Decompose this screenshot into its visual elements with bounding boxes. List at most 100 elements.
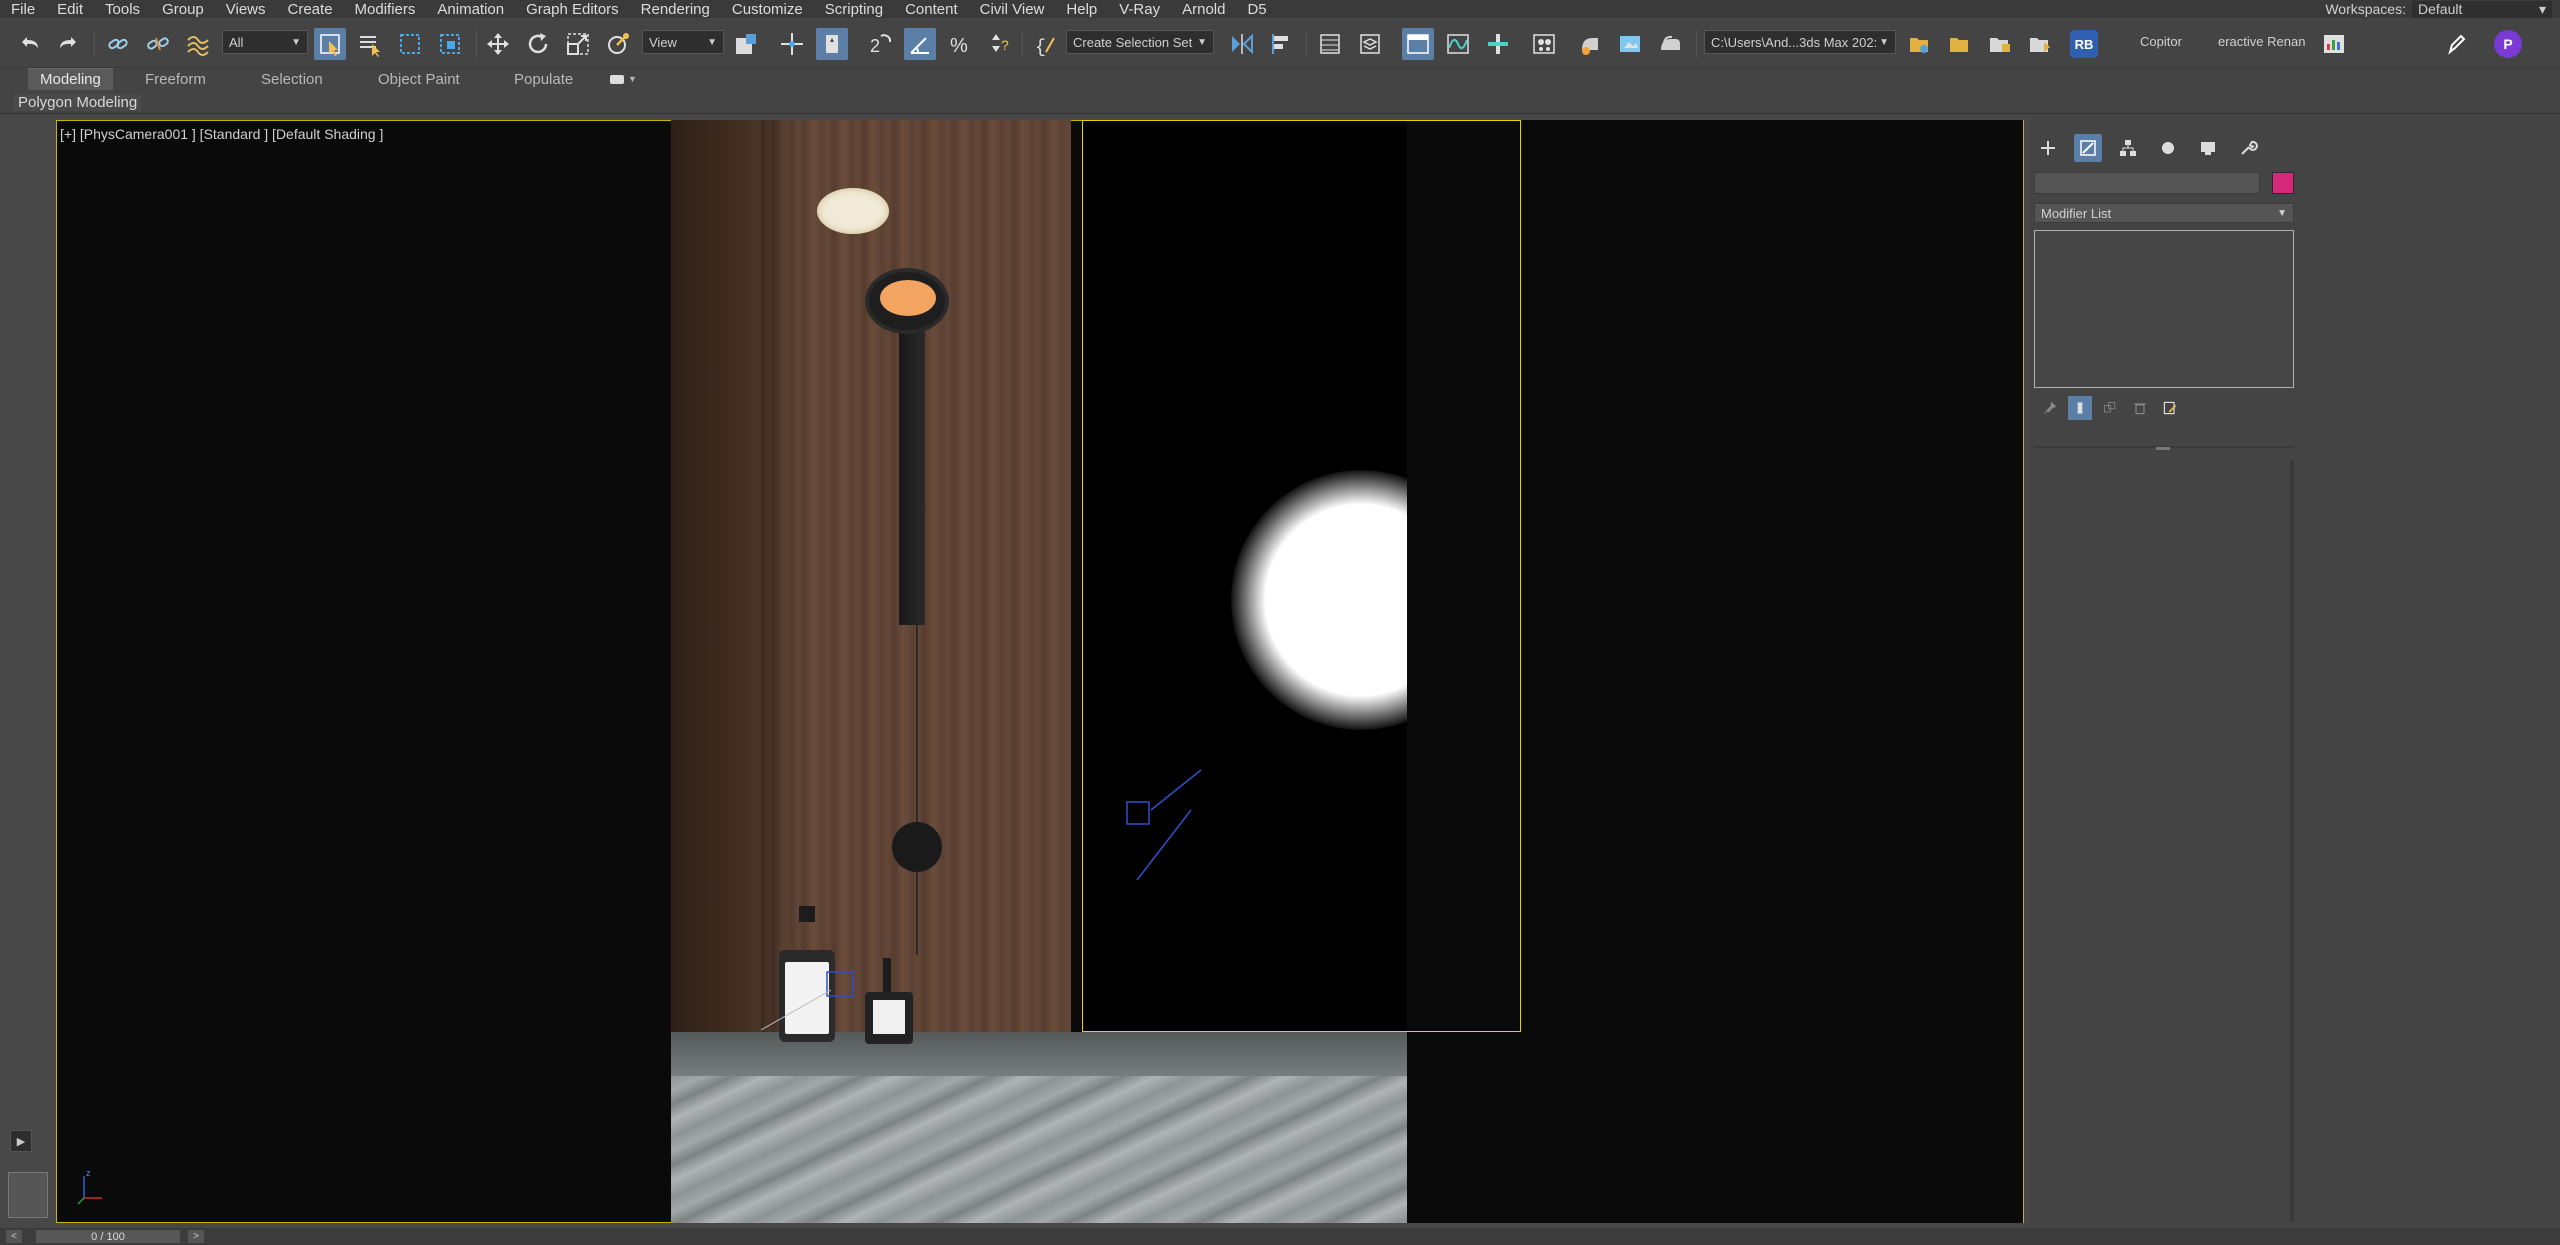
align-button[interactable]: [1266, 28, 1298, 60]
rectangular-region-button[interactable]: [394, 28, 426, 60]
menu-item-group[interactable]: Group: [151, 1, 215, 18]
rendered-frame-window-button[interactable]: [1614, 28, 1646, 60]
modifier-list-dropdown[interactable]: Modifier List ▼: [2034, 203, 2294, 223]
pin-stack-button[interactable]: [2038, 396, 2062, 420]
tab-modify[interactable]: [2074, 134, 2102, 162]
menu-item-scripting[interactable]: Scripting: [814, 1, 894, 18]
tab-object-paint[interactable]: Object Paint: [366, 68, 472, 90]
time-slider-prev-button[interactable]: <: [6, 1230, 22, 1243]
rect-region-icon: [400, 34, 420, 54]
angle-snap-button[interactable]: [904, 28, 936, 60]
object-name-field[interactable]: [2034, 172, 2260, 194]
menu-item-graph-editors[interactable]: Graph Editors: [515, 1, 630, 18]
menu-item-civil-view[interactable]: Civil View: [969, 1, 1056, 18]
tab-hierarchy[interactable]: [2114, 134, 2142, 162]
menu-item-arnold[interactable]: Arnold: [1171, 1, 1236, 18]
folder-sync-button[interactable]: [1984, 28, 2016, 60]
material-editor-button[interactable]: [1528, 28, 1560, 60]
viewport-label[interactable]: [+] [PhysCamera001 ] [Standard ] [Defaul…: [60, 126, 383, 142]
menu-item-create[interactable]: Create: [277, 1, 344, 18]
select-by-name-button[interactable]: [354, 28, 386, 60]
tab-modeling[interactable]: Modeling: [28, 68, 113, 90]
named-selection-dropdown[interactable]: Create Selection Set ▼: [1066, 30, 1214, 54]
percent-snap-button[interactable]: %: [944, 28, 976, 60]
pivot-center-button[interactable]: [730, 28, 762, 60]
configure-modifier-sets-button[interactable]: [2158, 396, 2182, 420]
project-path-dropdown[interactable]: C:\Users\And...3ds Max 202: ▼: [1704, 30, 1896, 54]
viewport-layout-tab[interactable]: [8, 1172, 48, 1218]
menu-item-d5[interactable]: D5: [1236, 1, 1277, 18]
folder-export-button[interactable]: [2024, 28, 2056, 60]
menu-item-v-ray[interactable]: V-Ray: [1108, 1, 1171, 18]
menu-item-content[interactable]: Content: [894, 1, 969, 18]
bind-spacewarp-button[interactable]: [182, 28, 214, 60]
open-folder-button[interactable]: [1944, 28, 1976, 60]
command-panel-scrollbar[interactable]: [2290, 460, 2294, 1222]
object-color-swatch[interactable]: [2272, 172, 2294, 194]
ref-coord-dropdown[interactable]: View ▼: [642, 30, 724, 54]
menu-item-customize[interactable]: Customize: [721, 1, 814, 18]
modifier-stack[interactable]: [2034, 230, 2294, 388]
time-slider-thumb[interactable]: 0 / 100: [36, 1230, 180, 1243]
time-slider-next-button[interactable]: >: [188, 1230, 204, 1243]
edit-named-selection-button[interactable]: {: [1030, 28, 1062, 60]
mirror-button[interactable]: [1226, 28, 1258, 60]
window-crossing-icon: [440, 34, 460, 54]
select-manipulate-button[interactable]: [776, 28, 808, 60]
tab-freeform[interactable]: Freeform: [133, 68, 218, 90]
tab-display[interactable]: [2194, 134, 2222, 162]
make-unique-button[interactable]: [2098, 396, 2122, 420]
copitor-button[interactable]: Copitor: [2140, 34, 2182, 49]
curve-editor-button[interactable]: [1442, 28, 1474, 60]
graph-plugin-button[interactable]: [2318, 28, 2350, 60]
project-folder-button[interactable]: [1904, 28, 1936, 60]
schematic-view-button[interactable]: [1482, 28, 1514, 60]
keyboard-shortcut-override-button[interactable]: [816, 28, 848, 60]
selection-filter-dropdown[interactable]: All ▼: [222, 30, 308, 54]
menu-item-file[interactable]: File: [0, 1, 46, 18]
scene-explorer-button[interactable]: [1314, 28, 1346, 60]
move-button[interactable]: [482, 28, 514, 60]
timeline-expand-button[interactable]: ▶: [10, 1130, 32, 1152]
menu-item-tools[interactable]: Tools: [94, 1, 151, 18]
tab-utilities[interactable]: [2234, 134, 2262, 162]
unlink-button[interactable]: [142, 28, 174, 60]
polygon-modeling-panel[interactable]: Polygon Modeling: [14, 94, 142, 111]
tab-motion[interactable]: [2154, 134, 2182, 162]
menu-item-animation[interactable]: Animation: [426, 1, 515, 18]
toggle-ribbon-button[interactable]: [1402, 28, 1434, 60]
layer-explorer-button[interactable]: [1354, 28, 1386, 60]
time-slider: < 0 / 100 >: [0, 1228, 2560, 1245]
spinner-snap-button[interactable]: ?: [984, 28, 1016, 60]
redo-button[interactable]: [52, 28, 84, 60]
menu-item-views[interactable]: Views: [215, 1, 277, 18]
menu-item-modifiers[interactable]: Modifiers: [344, 1, 427, 18]
rb-plugin-button[interactable]: RB: [2070, 30, 2098, 58]
select-object-button[interactable]: [314, 28, 346, 60]
profile-badge-button[interactable]: P: [2494, 30, 2522, 58]
panel-resize-grip[interactable]: [2156, 447, 2170, 450]
render-production-button[interactable]: [1654, 28, 1686, 60]
rotate-button[interactable]: [522, 28, 554, 60]
remove-modifier-button[interactable]: [2128, 396, 2152, 420]
workspace-dropdown[interactable]: Default ▾: [2412, 0, 2552, 18]
ribbon-options-button[interactable]: ▼: [606, 68, 641, 90]
window-crossing-button[interactable]: [434, 28, 466, 60]
make-unique-icon: [2104, 402, 2116, 413]
workspace-selector[interactable]: Workspaces: Default ▾: [2325, 0, 2552, 18]
tab-populate[interactable]: Populate: [502, 68, 585, 90]
menu-item-edit[interactable]: Edit: [46, 1, 94, 18]
snaps-toggle-button[interactable]: 2: [864, 28, 896, 60]
link-button[interactable]: [102, 28, 134, 60]
show-end-result-button[interactable]: [2068, 396, 2092, 420]
tab-selection[interactable]: Selection: [249, 68, 335, 90]
place-button[interactable]: [602, 28, 634, 60]
render-setup-button[interactable]: [1574, 28, 1606, 60]
menu-item-rendering[interactable]: Rendering: [630, 1, 721, 18]
pen-tool-button[interactable]: [2440, 28, 2472, 60]
interactive-render-button[interactable]: eractive Renan: [2218, 34, 2305, 49]
tab-create[interactable]: [2034, 134, 2062, 162]
scale-button[interactable]: [562, 28, 594, 60]
menu-item-help[interactable]: Help: [1055, 1, 1108, 18]
undo-button[interactable]: [14, 28, 46, 60]
